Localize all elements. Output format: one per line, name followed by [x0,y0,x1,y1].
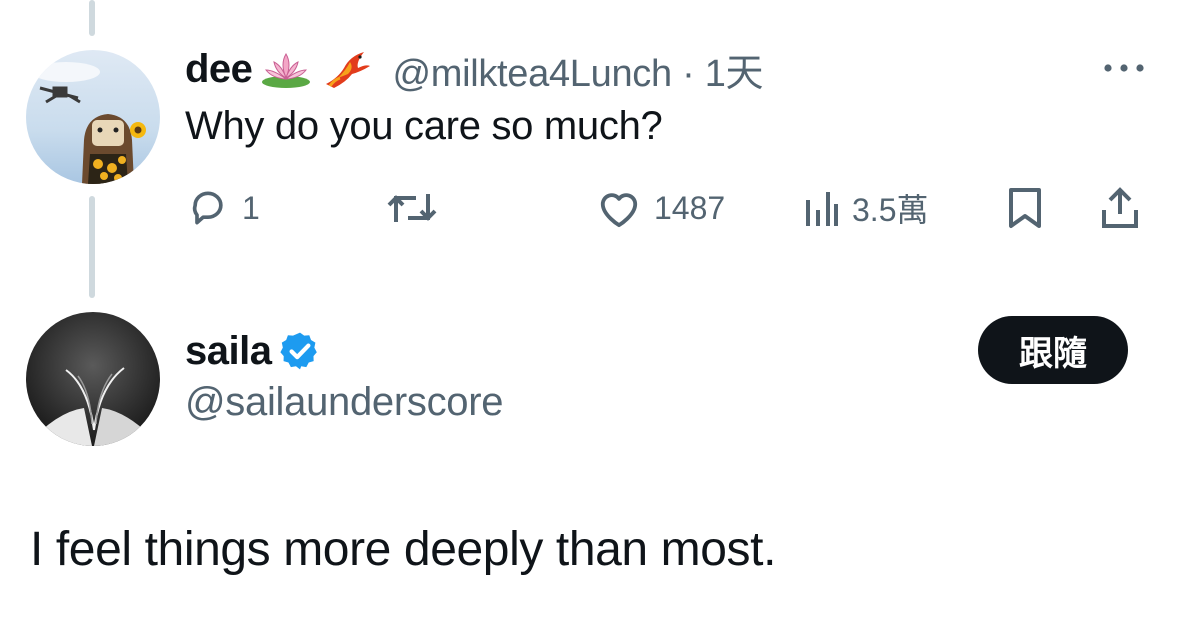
like-count: 1487 [654,189,726,226]
lotus-emoji [260,48,312,90]
main-tweet-text: I feel things more deeply than most. [30,523,777,576]
reply-action-bar: 1 1487 3.5萬 [0,183,1179,233]
author-display-name[interactable]: saila [185,329,272,374]
bookmark-icon [1009,188,1041,228]
share-button[interactable] [1098,183,1142,233]
views-chart-icon [806,192,838,226]
like-button[interactable]: 1487 [596,183,725,233]
bookmark-button[interactable] [1005,183,1045,233]
reply-author-row: dee @milktea4Lunch · 1天 [185,42,764,97]
views-count: 3.5萬 [852,192,929,228]
follow-button[interactable]: 跟隨 [978,316,1128,384]
avatar-image [26,50,160,184]
avatar[interactable] [26,312,160,446]
author-handle-time[interactable]: @milktea4Lunch · 1天 [392,42,763,97]
heart-icon [600,193,638,228]
thread-line [89,0,95,36]
reply-icon [192,191,223,225]
main-author-row: saila [185,324,321,378]
retweet-icon [387,194,437,222]
reply-count: 1 [242,189,260,226]
author-display-name[interactable]: dee [185,47,253,92]
reply-button[interactable]: 1 [186,183,260,233]
retweet-button[interactable] [386,183,438,233]
share-icon [1102,187,1138,228]
author-handle[interactable]: @sailaunderscore [185,380,504,425]
avatar[interactable] [26,50,160,184]
avatar-image [26,312,160,446]
phoenix-emoji [320,48,372,90]
verified-badge-icon[interactable] [279,330,321,372]
more-options-icon[interactable] [1100,58,1148,78]
reply-tweet-text: Why do you care so much? [185,104,663,148]
views-button[interactable]: 3.5萬 [800,183,929,233]
